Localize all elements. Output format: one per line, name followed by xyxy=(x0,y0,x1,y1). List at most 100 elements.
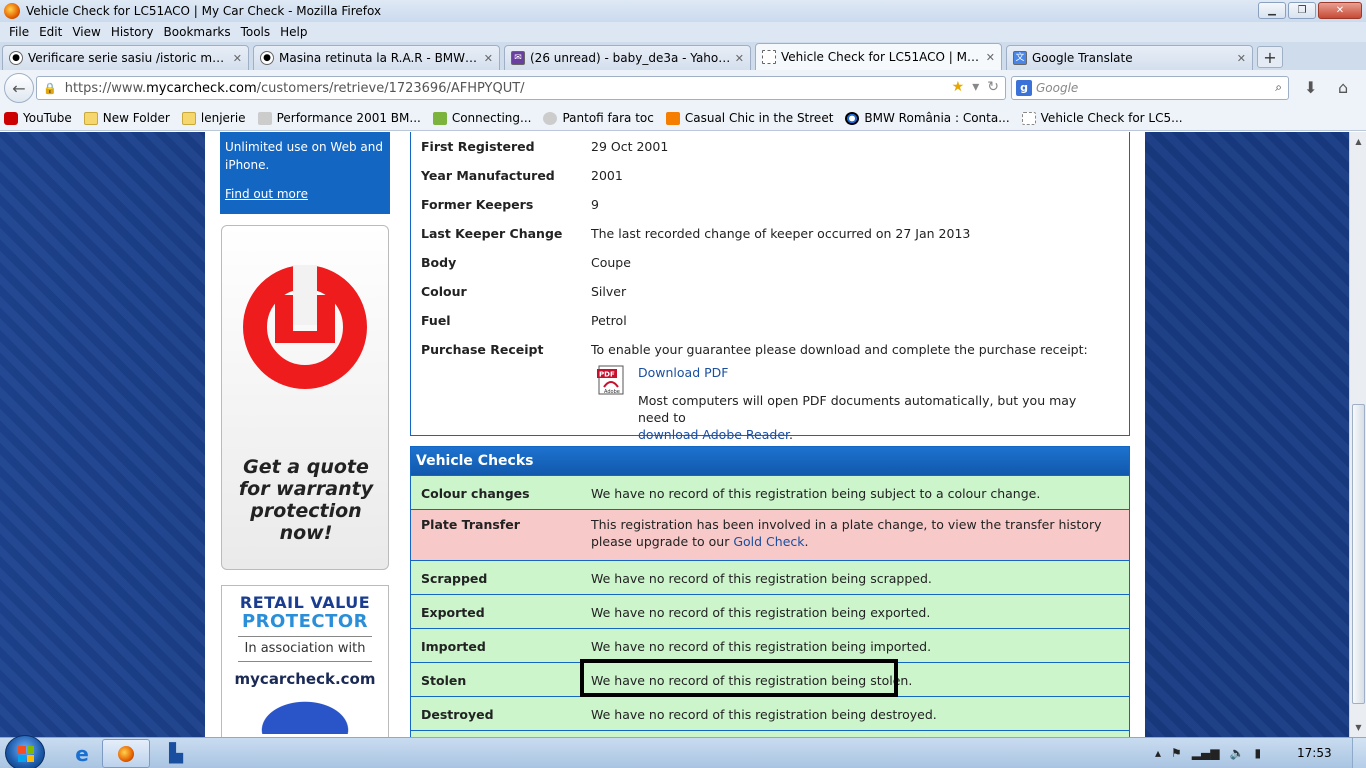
warranty-logo-icon xyxy=(243,265,367,389)
detail-row-year-manufactured: Year Manufactured 2001 xyxy=(421,161,1121,190)
close-tab-icon[interactable]: ✕ xyxy=(484,52,493,65)
menu-help[interactable]: Help xyxy=(275,25,312,39)
google-icon[interactable]: g xyxy=(1016,80,1032,96)
retail-value-protector-ad[interactable]: RETAIL VALUE PROTECTOR In association wi… xyxy=(221,585,389,737)
downloads-icon[interactable]: ⬇ xyxy=(1304,78,1317,97)
bookmark-lenjerie[interactable]: lenjerie xyxy=(181,111,246,125)
detail-value: 29 Oct 2001 xyxy=(591,139,669,154)
page-icon xyxy=(762,50,776,64)
search-icon[interactable]: ⌕ xyxy=(1275,80,1282,95)
bookmark-pantofi[interactable]: Pantofi fara toc xyxy=(543,111,654,125)
scroll-thumb[interactable] xyxy=(1352,404,1365,704)
warranty-ad[interactable]: Get a quote for warranty protection now! xyxy=(221,225,389,570)
back-button[interactable]: ← xyxy=(4,73,34,103)
close-tab-icon[interactable]: ✕ xyxy=(986,51,995,64)
bookmark-casual-chic[interactable]: Casual Chic in the Street xyxy=(665,111,833,125)
network-signal-icon[interactable]: ▂▄▆ xyxy=(1192,746,1220,760)
search-input[interactable]: g Google ⌕ xyxy=(1011,76,1289,100)
window-title: Vehicle Check for LC51ACO | My Car Check… xyxy=(26,4,382,18)
bookmark-performance[interactable]: Performance 2001 BM... xyxy=(257,111,421,125)
check-row-imported: Imported We have no record of this regis… xyxy=(411,628,1129,662)
page-viewport: Unlimited use on Web and iPhone. Find ou… xyxy=(0,132,1349,737)
new-tab-button[interactable]: + xyxy=(1257,46,1283,68)
reload-icon[interactable]: ↻ xyxy=(987,79,999,95)
bookmark-star-icon[interactable]: ★ xyxy=(952,79,965,95)
home-icon[interactable]: ⌂ xyxy=(1338,78,1348,97)
rvp-title-line2: PROTECTOR xyxy=(241,611,369,632)
bookmark-bmw-romania[interactable]: BMW România : Conta... xyxy=(845,111,1010,125)
url-path: /customers/retrieve/1723696/AFHPYQUT/ xyxy=(256,80,525,96)
bookmark-youtube[interactable]: YouTube xyxy=(4,111,72,125)
start-button[interactable] xyxy=(5,735,45,768)
menu-history[interactable]: History xyxy=(106,25,159,39)
bookmark-new-folder[interactable]: New Folder xyxy=(83,111,170,125)
scroll-up-icon[interactable]: ▲ xyxy=(1352,134,1365,149)
detail-label: Former Keepers xyxy=(421,197,534,212)
pdf-icon[interactable]: PDF Adobe xyxy=(596,365,626,395)
rvp-title-line1: RETAIL VALUE xyxy=(239,593,371,612)
clock[interactable]: 17:53 xyxy=(1297,746,1332,760)
check-label: Colour changes xyxy=(421,486,530,501)
vertical-scrollbar[interactable]: ▲ ▼ xyxy=(1349,132,1366,737)
menu-bookmarks[interactable]: Bookmarks xyxy=(159,25,236,39)
action-center-flag-icon[interactable]: ⚑ xyxy=(1171,746,1182,760)
bookmarks-bar: YouTube New Folder lenjerie Performance … xyxy=(0,106,1366,131)
menu-file[interactable]: File xyxy=(4,25,34,39)
address-bar[interactable]: 🔒 https://www. mycarcheck.com/customers/r… xyxy=(36,76,1006,100)
detail-label: First Registered xyxy=(421,139,535,154)
download-adobe-reader-link[interactable]: download Adobe Reader xyxy=(638,427,789,442)
battery-icon[interactable]: ▮ xyxy=(1254,746,1261,760)
close-tab-icon[interactable]: ✕ xyxy=(735,52,744,65)
nav-bar: ← 🔒 https://www. mycarcheck.com/customers… xyxy=(0,70,1366,106)
find-out-more-link[interactable]: Find out more xyxy=(225,185,385,203)
check-row-next xyxy=(411,730,1129,737)
history-dropdown-icon[interactable]: ▾ xyxy=(972,79,979,95)
internet-explorer-icon[interactable]: e xyxy=(58,739,106,768)
pdf-icon-label: PDF xyxy=(599,371,615,379)
site-identity-icon[interactable]: 🔒 xyxy=(43,82,57,95)
rvp-site: mycarcheck.com xyxy=(234,670,376,688)
bookmark-label: Performance 2001 BM... xyxy=(276,111,421,125)
tab-vehicle-check[interactable]: Vehicle Check for LC51ACO | My Car ... ✕ xyxy=(755,43,1002,70)
volume-icon[interactable]: 🔈 xyxy=(1229,746,1244,760)
detail-label: Year Manufactured xyxy=(421,168,555,183)
minimize-button[interactable]: ▁ xyxy=(1258,2,1286,19)
check-value: We have no record of this registration b… xyxy=(591,707,937,722)
folder-icon xyxy=(83,111,98,125)
back-arrow-icon: ← xyxy=(12,78,26,98)
show-hidden-icons-icon[interactable]: ▴ xyxy=(1155,746,1161,760)
detail-value: 2001 xyxy=(591,168,623,183)
bookmark-connecting[interactable]: Connecting... xyxy=(432,111,531,125)
tab-verificare[interactable]: ● Verificare serie sasiu /istoric masina… xyxy=(2,45,249,70)
menu-edit[interactable]: Edit xyxy=(34,25,67,39)
close-window-button[interactable]: ✕ xyxy=(1318,2,1362,19)
bookmark-vehicle-check[interactable]: Vehicle Check for LC5... xyxy=(1021,111,1183,125)
gold-check-link[interactable]: Gold Check xyxy=(733,534,804,549)
check-label: Destroyed xyxy=(421,707,494,722)
menu-view[interactable]: View xyxy=(67,25,105,39)
download-pdf-link[interactable]: Download PDF xyxy=(638,365,728,380)
check-value: We have no record of this registration b… xyxy=(591,639,932,654)
detail-label: Body xyxy=(421,255,457,270)
show-desktop-button[interactable] xyxy=(1352,738,1366,768)
close-tab-icon[interactable]: ✕ xyxy=(1237,52,1246,65)
tab-google-translate[interactable]: 文 Google Translate ✕ xyxy=(1006,45,1253,70)
mail-icon: ✉ xyxy=(511,51,525,65)
tab-yahoo-mail[interactable]: ✉ (26 unread) - baby_de3a - Yahoo! Mail … xyxy=(504,45,751,70)
tab-bmwclub[interactable]: ● Masina retinuta la R.A.R - BMWClub ✕ xyxy=(253,45,500,70)
close-tab-icon[interactable]: ✕ xyxy=(233,52,242,65)
maximize-button[interactable]: ❐ xyxy=(1288,2,1316,19)
search-placeholder: Google xyxy=(1036,81,1079,95)
check-value-text: This registration has been involved in a… xyxy=(591,517,1102,549)
scroll-down-icon[interactable]: ▼ xyxy=(1352,720,1365,735)
url-host: mycarcheck.com xyxy=(146,80,257,96)
bmw-icon xyxy=(845,111,860,125)
menu-tools[interactable]: Tools xyxy=(236,25,276,39)
firefox-icon xyxy=(4,3,20,19)
firefox-taskbar-button[interactable] xyxy=(102,739,150,768)
check-row-colour-changes: Colour changes We have no record of this… xyxy=(411,475,1129,509)
detail-label: Colour xyxy=(421,284,467,299)
app-taskbar-icon[interactable]: ▙ xyxy=(152,739,200,768)
check-label: Plate Transfer xyxy=(421,517,520,532)
detail-row-last-keeper-change: Last Keeper Change The last recorded cha… xyxy=(421,219,1121,248)
